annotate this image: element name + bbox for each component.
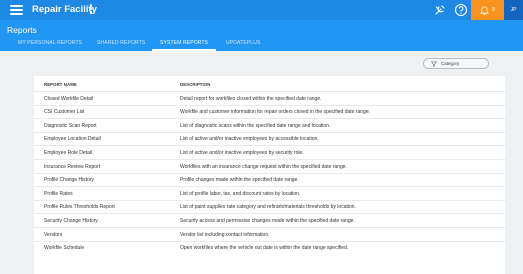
- report-name-cell[interactable]: Vendors: [44, 232, 62, 238]
- table-row[interactable]: Diagnostic Scan Report List of diagnostic…: [34, 118, 505, 131]
- tab-shared-reports[interactable]: SHARED REPORTS: [97, 40, 145, 46]
- report-description-cell: Profile changes made within the specifie…: [180, 177, 299, 184]
- hamburger-menu-icon[interactable]: [10, 5, 23, 15]
- report-description-cell: Workfile and customer information for re…: [180, 109, 371, 116]
- table-row[interactable]: Vendors Vendor list including contact inf…: [34, 227, 505, 240]
- system-reports-table: REPORT NAME DESCRIPTION Closed Workfile …: [34, 76, 505, 274]
- report-name-cell[interactable]: Diagnostic Scan Report: [44, 123, 97, 129]
- report-name-cell[interactable]: Profile Change History: [44, 177, 94, 183]
- report-description-cell: Workfiles with an insurance change reque…: [180, 163, 347, 170]
- report-description-cell: List of diagnostic scans within the spec…: [180, 122, 331, 129]
- top-bar: Repair Facility 8 JP: [0, 0, 523, 20]
- report-name-cell[interactable]: CSI Customer List: [44, 109, 85, 115]
- report-name-cell[interactable]: Closed Workfile Detail: [44, 96, 93, 102]
- report-tabs: MY PERSONAL REPORTS SHARED REPORTS SYSTE…: [0, 38, 523, 51]
- user-avatar[interactable]: JP: [504, 0, 523, 20]
- app-title: Repair Facility: [32, 4, 97, 15]
- help-icon[interactable]: [454, 3, 468, 17]
- table-row[interactable]: Employee Location Detail List of active a…: [34, 131, 505, 145]
- notification-count: 8: [492, 7, 495, 13]
- tab-my-personal-reports[interactable]: MY PERSONAL REPORTS: [18, 40, 82, 46]
- toolkit-icon[interactable]: [433, 3, 447, 17]
- active-tab-indicator: [152, 49, 216, 51]
- report-description-cell: List of paint supplies rate category and…: [180, 204, 356, 211]
- bell-icon: [480, 6, 490, 15]
- report-name-cell[interactable]: Profile Rates: [44, 191, 73, 197]
- report-description-cell: Vendor list including contact informatio…: [180, 231, 270, 238]
- category-filter-label: Category: [441, 61, 460, 66]
- report-description-cell: Open workfiles where the vehicle out dat…: [180, 245, 349, 252]
- report-description-cell: Detail report for workfiles closed withi…: [180, 95, 322, 102]
- category-filter-button[interactable]: Category: [423, 58, 489, 69]
- page-title: Reports: [7, 25, 37, 35]
- filter-icon: [431, 61, 437, 67]
- table-row[interactable]: CSI Customer List Workfile and customer i…: [34, 104, 505, 118]
- report-description-cell: List of active and/or inactive employees…: [180, 136, 319, 143]
- notifications-button[interactable]: 8: [471, 0, 504, 20]
- table-row[interactable]: Closed Workfile Detail Detail report for …: [34, 91, 505, 104]
- table-row[interactable]: Insurance Review Report Workfiles with an…: [34, 159, 505, 172]
- table-header: REPORT NAME DESCRIPTION: [34, 76, 505, 91]
- tab-system-reports[interactable]: SYSTEM REPORTS: [160, 40, 208, 46]
- report-description-cell: Security access and permission changes m…: [180, 217, 355, 224]
- table-row[interactable]: Profile Rules Thresholds Report List of p…: [34, 199, 505, 213]
- table-row[interactable]: Profile Rates List of profile labor, tax,…: [34, 186, 505, 199]
- table-row[interactable]: Security Change History Security access a…: [34, 213, 505, 226]
- column-header-description: DESCRIPTION: [180, 81, 211, 87]
- report-name-cell[interactable]: Workfile Schedule: [44, 245, 84, 251]
- table-row[interactable]: Profile Change History Profile changes ma…: [34, 172, 505, 186]
- report-name-cell[interactable]: Employee Location Detail: [44, 136, 101, 142]
- more-options-icon[interactable]: [89, 4, 93, 16]
- column-header-report-name[interactable]: REPORT NAME: [44, 82, 77, 87]
- report-name-cell[interactable]: Profile Rules Thresholds Report: [44, 204, 115, 210]
- report-name-cell[interactable]: Insurance Review Report: [44, 164, 100, 170]
- report-name-cell[interactable]: Security Change History: [44, 218, 98, 224]
- report-name-cell[interactable]: Employee Role Detail: [44, 150, 92, 156]
- table-row[interactable]: Workfile Schedule Open workfiles where th…: [34, 240, 505, 254]
- report-description-cell: List of profile labor, tax, and discount…: [180, 190, 301, 197]
- page-header: Reports MY PERSONAL REPORTS SHARED REPOR…: [0, 20, 523, 51]
- report-description-cell: List of active and/or inactive employees…: [180, 149, 304, 156]
- tab-updateplus[interactable]: UPDATEPLUS: [226, 40, 260, 46]
- table-row[interactable]: Employee Role Detail List of active and/o…: [34, 145, 505, 158]
